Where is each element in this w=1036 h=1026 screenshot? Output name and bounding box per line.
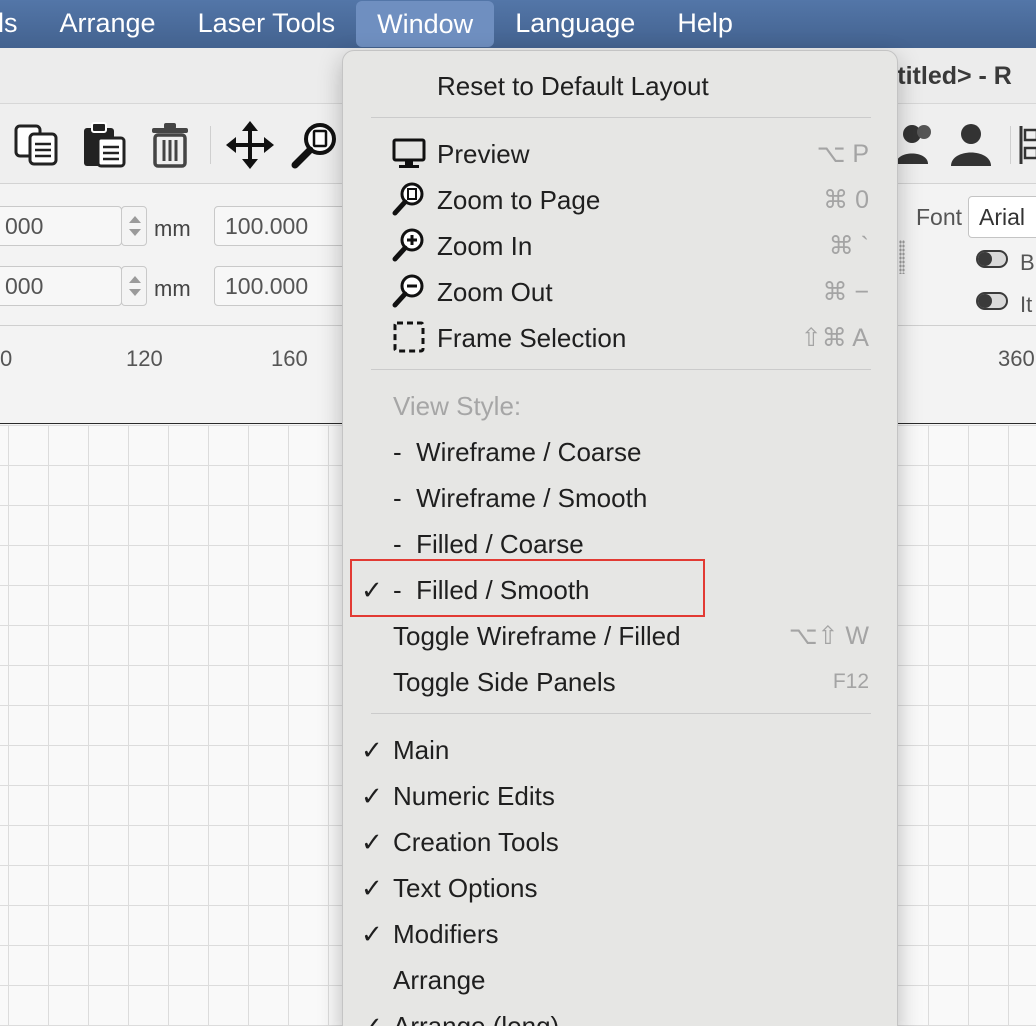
menu-item-toggle-wireframe[interactable]: Toggle Wireframe / Filled ⌥⇧ W	[343, 613, 897, 657]
menubar-item-window[interactable]: Window	[356, 1, 495, 47]
menu-item-frame-selection[interactable]: Frame Selection ⇧⌘ A	[343, 315, 897, 359]
menu-header-view-style: View Style:	[393, 391, 522, 421]
width-input[interactable]: 100.000	[214, 206, 354, 246]
checkmark-icon: ✓	[361, 781, 383, 811]
x-unit-label: mm	[154, 216, 191, 241]
y-position-stepper[interactable]	[121, 266, 147, 306]
checkmark-icon: ✓	[361, 735, 383, 765]
ruler-tick: 160	[271, 346, 308, 371]
menu-bar: ls Arrange Laser Tools Window Language H…	[0, 0, 1036, 48]
zoom-page-icon[interactable]	[290, 120, 340, 170]
menu-item-panel-text-options[interactable]: ✓ Text Options	[343, 865, 897, 909]
menu-item-zoom-in[interactable]: Zoom In ⌘ `	[343, 223, 897, 267]
menubar-item-language[interactable]: Language	[494, 0, 656, 48]
menu-item-panel-numeric-edits[interactable]: ✓ Numeric Edits	[343, 773, 897, 817]
zoom-in-icon	[392, 228, 424, 262]
frame-selection-icon	[393, 321, 425, 353]
menu-separator	[371, 713, 871, 714]
paste-icon[interactable]	[80, 120, 130, 170]
menu-item-preview[interactable]: Preview ⌥ P	[343, 131, 897, 175]
menu-separator	[371, 117, 871, 118]
ruler-tick: 120	[126, 346, 163, 371]
move-icon[interactable]	[225, 120, 275, 170]
height-input[interactable]: 100.000	[214, 266, 354, 306]
checkmark-icon: ✓	[361, 919, 383, 949]
x-position-stepper[interactable]	[121, 206, 147, 246]
menu-item-panel-modifiers[interactable]: ✓ Modifiers	[343, 911, 897, 955]
align-icon[interactable]	[1018, 120, 1036, 170]
menu-item-panel-arrange[interactable]: Arrange	[343, 957, 897, 1001]
toolbar-separator	[210, 126, 211, 164]
user-icon[interactable]	[946, 120, 996, 170]
bold-toggle[interactable]	[976, 250, 1008, 268]
toolbar-separator	[1010, 126, 1011, 164]
window-title: ntitled> - R	[882, 62, 1012, 90]
menu-separator	[371, 369, 871, 370]
menu-item-panel-creation-tools[interactable]: ✓ Creation Tools	[343, 819, 897, 863]
ruler-tick: 360	[998, 346, 1035, 371]
menu-item-reset-layout[interactable]: Reset to Default Layout	[343, 63, 897, 107]
panel-grip-handle[interactable]	[899, 240, 905, 274]
menu-item-zoom-to-page[interactable]: Zoom to Page ⌘ 0	[343, 177, 897, 221]
trash-icon[interactable]	[146, 120, 196, 170]
y-position-input[interactable]: 000	[0, 266, 122, 306]
font-select[interactable]: Arial	[968, 196, 1036, 238]
zoom-out-icon	[392, 274, 424, 308]
menubar-item-arrange[interactable]: Arrange	[39, 0, 177, 48]
checkmark-icon: ✓	[361, 873, 383, 903]
selection-highlight-box	[350, 559, 705, 617]
italic-toggle[interactable]	[976, 292, 1008, 310]
checkmark-icon: ✓	[361, 1011, 383, 1026]
ruler-tick: 0	[0, 346, 13, 371]
menubar-item-help[interactable]: Help	[656, 0, 754, 48]
zoom-page-icon	[392, 182, 424, 216]
copy-icon[interactable]	[12, 120, 62, 170]
bold-label: B	[1020, 250, 1035, 275]
y-unit-label: mm	[154, 276, 191, 301]
menubar-item-tools[interactable]: ls	[0, 0, 39, 48]
checkmark-icon: ✓	[361, 827, 383, 857]
menu-item-panel-main[interactable]: ✓ Main	[343, 727, 897, 771]
window-menu-dropdown: Reset to Default Layout Preview ⌥ P Zoom…	[342, 50, 898, 1026]
menu-item-wireframe-coarse[interactable]: - Wireframe / Coarse	[343, 429, 897, 473]
menu-item-wireframe-smooth[interactable]: - Wireframe / Smooth	[343, 475, 897, 519]
x-position-input[interactable]: 000	[0, 206, 122, 246]
menu-item-zoom-out[interactable]: Zoom Out ⌘ −	[343, 269, 897, 313]
menubar-item-laser-tools[interactable]: Laser Tools	[177, 0, 357, 48]
monitor-icon	[392, 138, 426, 168]
italic-label: It	[1020, 292, 1033, 317]
font-label: Font	[916, 204, 963, 230]
menu-item-toggle-side-panels[interactable]: Toggle Side Panels F12	[343, 659, 897, 703]
menu-item-panel-arrange-long[interactable]: ✓ Arrange (long)	[343, 1003, 897, 1026]
